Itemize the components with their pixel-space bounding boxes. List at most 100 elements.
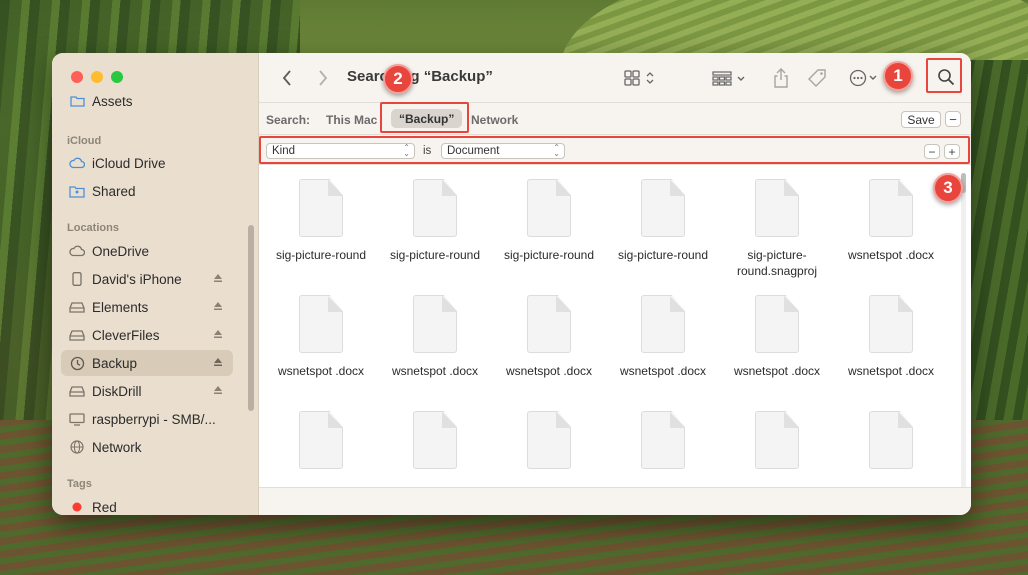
more-actions-button[interactable] (849, 67, 883, 89)
sidebar-item-diskdrill[interactable]: DiskDrill (61, 378, 233, 404)
file-grid-scrollbar[interactable] (961, 173, 966, 493)
sidebar-item-icloud-drive[interactable]: iCloud Drive (61, 150, 233, 176)
icon-view-grid-icon (624, 70, 654, 86)
cloud-icon (69, 244, 85, 258)
file-item[interactable]: wsnetspot .docx (836, 179, 946, 263)
view-options-button[interactable] (623, 67, 659, 89)
document-icon (527, 411, 571, 469)
sidebar-header-tags: Tags (67, 478, 92, 490)
sidebar-item-cleverfiles[interactable]: CleverFiles (61, 322, 233, 348)
eject-icon[interactable] (213, 301, 223, 311)
file-item[interactable]: wsnetspot .docx (836, 295, 946, 379)
document-icon (299, 411, 343, 469)
globe-icon (69, 440, 85, 454)
file-item[interactable] (266, 411, 376, 479)
file-name: sig-picture-round (617, 248, 709, 262)
annotation-box-search (926, 58, 962, 93)
folder-icon (69, 94, 85, 108)
document-icon (755, 179, 799, 237)
document-icon (755, 411, 799, 469)
file-item[interactable] (380, 411, 490, 479)
cloud-icon (69, 156, 85, 170)
share-button[interactable] (771, 67, 791, 89)
eject-icon[interactable] (213, 385, 223, 395)
sidebar-header-locations: Locations (67, 222, 119, 234)
shared-folder-icon (69, 184, 85, 198)
back-button[interactable] (279, 67, 295, 89)
file-item[interactable]: wsnetspot .docx (608, 295, 718, 379)
document-icon (527, 179, 571, 237)
document-icon (869, 179, 913, 237)
sidebar-item-shared[interactable]: Shared (61, 178, 233, 204)
file-name: sig-picture-round (275, 248, 367, 262)
annotation-box-criteria (259, 136, 970, 164)
minimize-button[interactable] (91, 71, 103, 83)
file-item[interactable] (608, 411, 718, 479)
document-icon (299, 295, 343, 353)
file-item[interactable]: sig-picture-round (380, 179, 490, 263)
annotation-badge-3: 3 (933, 173, 963, 203)
document-icon (413, 411, 457, 469)
file-item[interactable]: sig-picture-round (608, 179, 718, 263)
file-item[interactable]: wsnetspot .docx (722, 295, 832, 379)
document-icon (413, 295, 457, 353)
file-name: wsnetspot .docx (505, 364, 593, 378)
ellipsis-circle-icon (849, 69, 877, 87)
toolbar: Searching “Backup” (259, 53, 971, 103)
file-item[interactable]: sig-picture-round.snagproj (722, 179, 832, 279)
sidebar-item-tag-red[interactable]: Red (61, 494, 233, 515)
document-icon (869, 411, 913, 469)
sidebar-item-network[interactable]: Network (61, 434, 233, 460)
tag-button[interactable] (807, 67, 829, 89)
tag-icon (808, 69, 826, 87)
group-by-button[interactable] (711, 67, 751, 89)
file-item[interactable]: wsnetspot .docx (494, 295, 604, 379)
file-name: wsnetspot .docx (733, 364, 821, 378)
chevron-left-icon (282, 70, 291, 86)
chevron-right-icon (319, 70, 328, 86)
document-icon (641, 411, 685, 469)
file-item[interactable]: sig-picture-round (266, 179, 376, 263)
finder-window: Assets iCloud iCloud Drive Shared Locati… (52, 53, 971, 515)
search-scope-label: Search: (266, 113, 311, 127)
file-item[interactable] (722, 411, 832, 479)
main-pane: Searching “Backup” Search: This Mac “Bac… (259, 53, 971, 515)
file-name: wsnetspot .docx (847, 248, 935, 262)
sidebar-scrollbar[interactable] (248, 225, 254, 411)
file-name: wsnetspot .docx (619, 364, 707, 378)
close-search-button[interactable]: − (945, 111, 961, 127)
document-icon (641, 179, 685, 237)
external-drive-icon (69, 300, 85, 314)
scope-network[interactable]: Network (471, 113, 518, 127)
file-item[interactable]: wsnetspot .docx (266, 295, 376, 379)
file-item[interactable]: sig-picture-round (494, 179, 604, 263)
file-item[interactable] (494, 411, 604, 479)
sidebar-item-raspberrypi[interactable]: raspberrypi - SMB/... (61, 406, 233, 432)
sidebar-item-backup[interactable]: Backup (61, 350, 233, 376)
sidebar-item-davids-iphone[interactable]: David's iPhone (61, 266, 233, 292)
close-button[interactable] (71, 71, 83, 83)
network-display-icon (69, 412, 85, 426)
sidebar-item-elements[interactable]: Elements (61, 294, 233, 320)
document-icon (755, 295, 799, 353)
share-icon (774, 68, 788, 88)
save-search-button[interactable]: Save (901, 111, 941, 128)
zoom-button[interactable] (111, 71, 123, 83)
file-name: wsnetspot .docx (847, 364, 935, 378)
sidebar-item-assets[interactable]: Assets (61, 91, 233, 111)
external-drive-icon (69, 328, 85, 342)
sidebar: Assets iCloud iCloud Drive Shared Locati… (52, 53, 259, 515)
eject-icon[interactable] (213, 273, 223, 283)
search-scope-bar: Search: This Mac “Backup” Network Save − (259, 103, 971, 135)
eject-icon[interactable] (213, 329, 223, 339)
scope-this-mac[interactable]: This Mac (326, 113, 377, 127)
sidebar-header-icloud: iCloud (67, 135, 102, 147)
sidebar-item-onedrive[interactable]: OneDrive (61, 238, 233, 264)
forward-button[interactable] (315, 67, 331, 89)
annotation-badge-1: 1 (883, 61, 913, 91)
document-icon (527, 295, 571, 353)
file-item[interactable]: wsnetspot .docx (380, 295, 490, 379)
eject-icon[interactable] (213, 357, 223, 367)
document-icon (413, 179, 457, 237)
file-item[interactable] (836, 411, 946, 479)
